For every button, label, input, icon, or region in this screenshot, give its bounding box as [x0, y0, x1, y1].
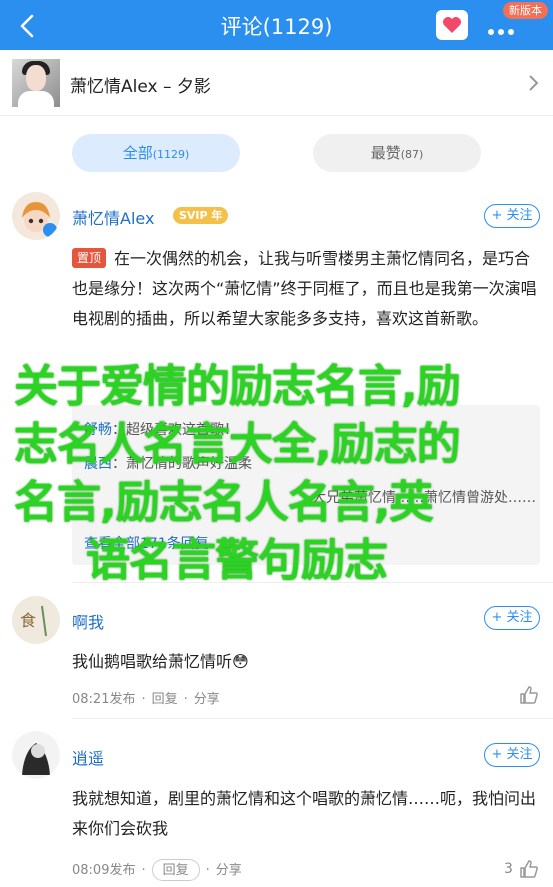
new-version-badge: 新版本	[503, 2, 548, 19]
tab-all-label: 全部	[122, 144, 153, 162]
tab-hot-label: 最赞	[370, 144, 401, 162]
tab-all-comments[interactable]: 全部(1129)	[72, 134, 240, 172]
top-bar: 评论(1129) 新版本	[0, 0, 553, 50]
divider	[72, 718, 553, 719]
avatar[interactable]	[12, 731, 60, 779]
svip-badge: SVIP 年	[173, 207, 229, 224]
commenter-name[interactable]: 萧忆情Alex	[72, 205, 154, 229]
follow-button[interactable]: + 关注	[484, 743, 540, 767]
thumbs-up-icon[interactable]	[518, 684, 540, 706]
tab-hot-count: (87)	[400, 148, 424, 161]
commenter-name[interactable]: 逍遥	[72, 745, 104, 769]
heart-icon[interactable]	[436, 10, 468, 40]
comment-body: 在一次偶然的机会，让我与听雪楼男主萧忆情同名，是巧合也是缘分！这次两个“萧忆情”…	[72, 249, 537, 328]
thumbs-up-icon[interactable]	[518, 858, 540, 880]
tab-all-count: (1129)	[152, 148, 190, 161]
song-title: 萧忆情Alex – 夕影	[70, 77, 211, 97]
reply-button[interactable]: 回复	[152, 692, 178, 707]
comment-time: 08:09发布	[72, 863, 136, 878]
like-count: 3	[504, 861, 513, 877]
overlay-caption: 关于爱情的励志名言,励 志名人名言大全,励志的 名言,励志名人名言,英 语名言警…	[14, 358, 544, 590]
follow-button[interactable]: + 关注	[484, 606, 540, 630]
share-button[interactable]: 分享	[216, 863, 242, 878]
page-title: 评论(1129)	[220, 15, 333, 39]
overlay-line: 语名言警句励志	[86, 535, 388, 586]
share-button[interactable]: 分享	[194, 692, 220, 707]
avatar[interactable]	[12, 192, 60, 240]
comment-text: 置顶 在一次偶然的机会，让我与听雪楼男主萧忆情同名，是巧合也是缘分！这次两个“萧忆…	[72, 244, 540, 334]
comments-page: 评论(1129) 新版本 萧忆情Alex – 夕影 全部(1129) 最赞(87…	[0, 0, 553, 887]
chevron-right-icon	[529, 75, 539, 91]
comment-meta: 08:09发布 · 回复 · 分享	[72, 859, 242, 881]
comment-text: 我就想知道，剧里的萧忆情和这个唱歌的萧忆情……呃，我怕问出来你们会砍我	[72, 789, 537, 838]
overlay-line: 名言,励志名人名言,英	[14, 477, 433, 528]
overlay-line: 关于爱情的励志名言,励	[14, 361, 461, 412]
reply-button[interactable]: 回复	[151, 859, 200, 881]
follow-button[interactable]: + 关注	[484, 204, 540, 228]
svg-text:食: 食	[20, 611, 36, 630]
avatar[interactable]: 食	[12, 596, 60, 644]
tab-most-liked[interactable]: 最赞(87)	[313, 134, 481, 172]
comment-meta: 08:21发布 · 回复 · 分享	[72, 692, 220, 707]
comment-time: 08:21发布	[72, 692, 136, 707]
song-cover-image	[12, 59, 60, 107]
song-bar[interactable]: 萧忆情Alex – 夕影	[0, 50, 553, 116]
comment-text: 我仙鹅唱歌给萧忆情听😳	[72, 652, 249, 671]
commenter-name[interactable]: 啊我	[72, 609, 104, 633]
overlay-line: 志名人名言大全,励志的	[14, 419, 461, 470]
pinned-badge: 置顶	[72, 248, 106, 268]
more-options-icon[interactable]	[488, 20, 528, 35]
